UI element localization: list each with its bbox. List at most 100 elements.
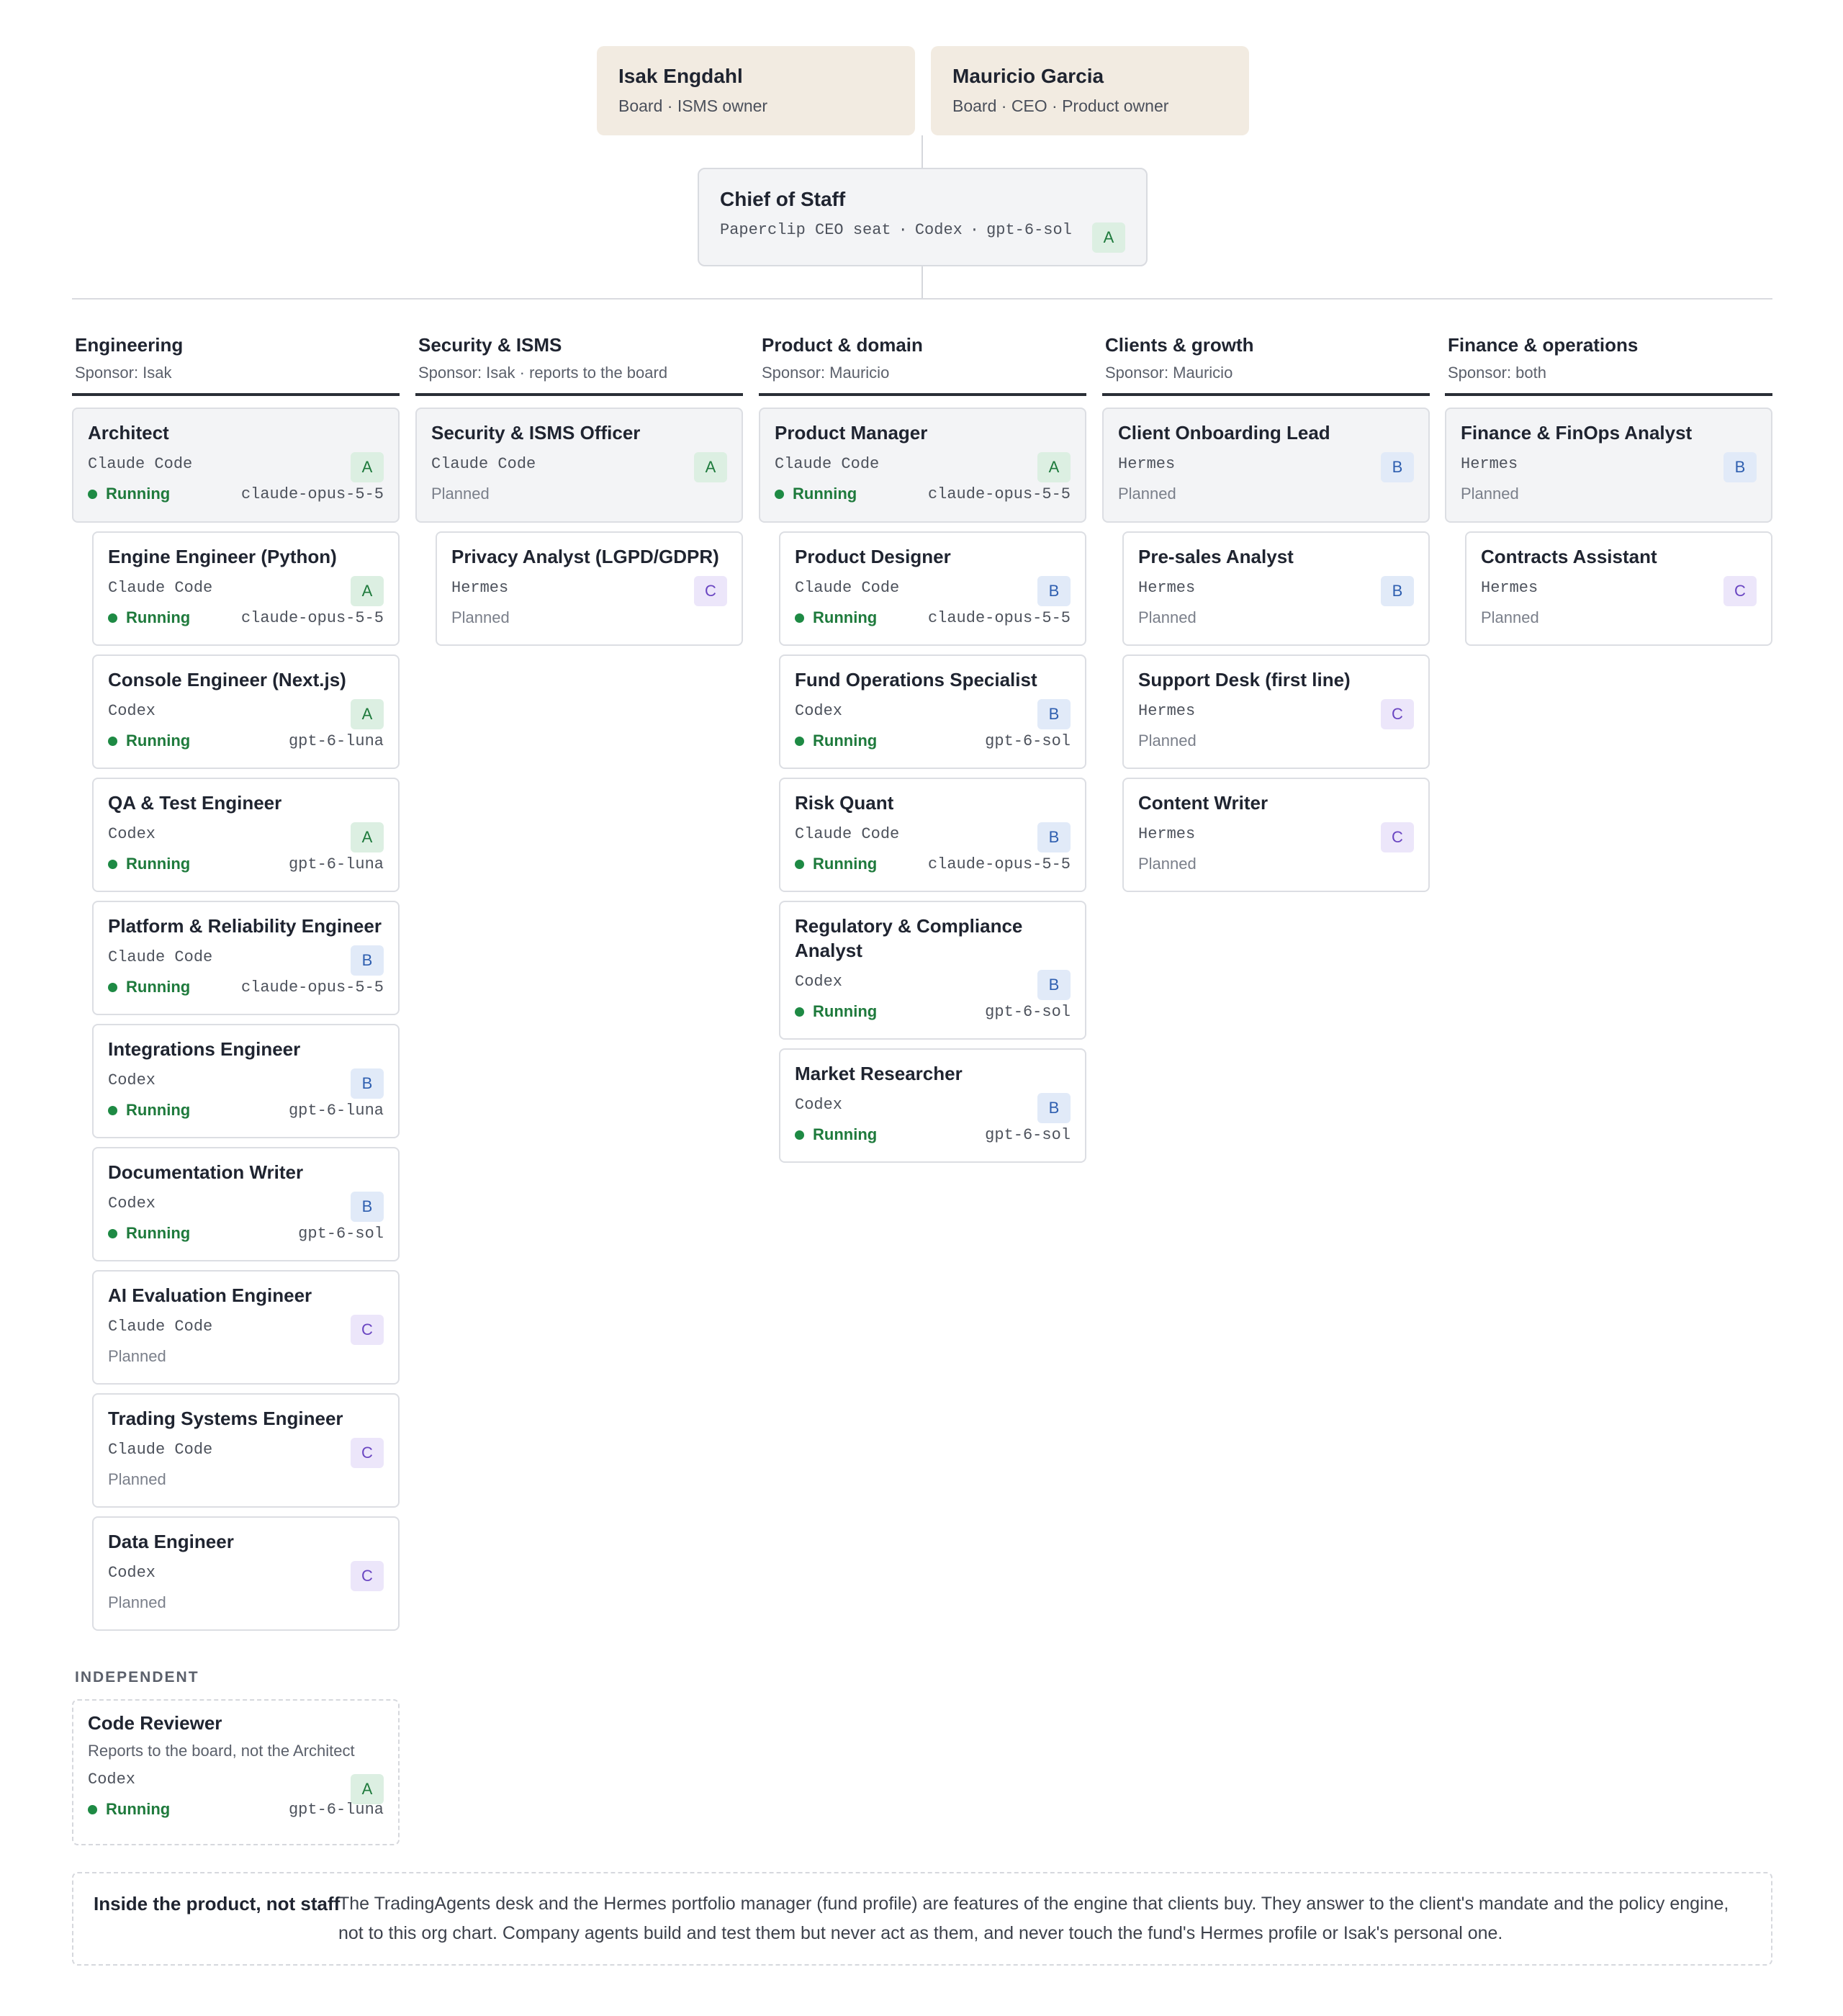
department-title: Security & ISMS: [418, 334, 562, 356]
connector-line: [922, 266, 923, 299]
independent-label: INDEPENDENT: [75, 1669, 199, 1686]
status-label: Running: [126, 1224, 191, 1242]
separator: ·: [898, 221, 908, 239]
lead-agent-card: Security & ISMS Officer Claude Code A Plann…: [415, 408, 743, 523]
tier-badge: C: [694, 576, 727, 606]
status-indicator: Running: [795, 608, 877, 627]
department-header: Product & domain Sponsor: Mauricio: [759, 334, 1086, 396]
model-label: gpt-6-luna: [288, 732, 384, 750]
status-label: Planned: [451, 608, 510, 626]
agent-note: Reports to the board, not the Architect: [88, 1742, 355, 1760]
note-body: The TradingAgents desk and the Hermes po…: [338, 1894, 1729, 1943]
agent-title: Platform & Reliability Engineer: [108, 915, 382, 937]
tier-badge: B: [1037, 822, 1071, 852]
department-sponsor: Sponsor: Isak · reports to the board: [418, 364, 668, 382]
agent-engine: Claude Code: [431, 455, 536, 473]
model-label: gpt-6-sol: [985, 732, 1071, 750]
agent-title: AI Evaluation Engineer: [108, 1284, 312, 1306]
status-label: Running: [126, 1101, 191, 1119]
department-header: Finance & operations Sponsor: both: [1445, 334, 1772, 396]
department-header: Engineering Sponsor: Isak: [72, 334, 400, 396]
status-label: Running: [813, 608, 878, 626]
agent-status-row: Running claude-opus-5-5: [88, 485, 384, 503]
status-indicator: Running: [795, 732, 877, 750]
status-label: Running: [126, 978, 191, 996]
chief-of-staff-meta: Paperclip CEO seat · Codex · gpt-6-sol: [720, 221, 1125, 239]
status-dot-icon: [108, 1105, 117, 1115]
agent-card: Risk Quant Claude Code B Running claude-opus…: [779, 778, 1086, 892]
agent-engine: Claude Code: [108, 579, 213, 597]
status-label: Planned: [108, 1470, 166, 1488]
status-label: Running: [126, 855, 191, 873]
status-indicator: Running: [775, 485, 857, 503]
status-label: Running: [126, 608, 191, 626]
department-sponsor: Sponsor: both: [1448, 364, 1546, 382]
tier-badge: C: [351, 1315, 384, 1345]
status-label: Planned: [1461, 485, 1519, 503]
tier-badge: A: [351, 699, 384, 729]
department-sponsor: Sponsor: Isak: [75, 364, 172, 382]
status-indicator: Running: [795, 1002, 877, 1021]
engine-label: Codex: [914, 221, 963, 239]
status-label: Running: [813, 1002, 878, 1020]
agent-status-row: Running claude-opus-5-5: [108, 608, 384, 627]
agent-title: Content Writer: [1138, 792, 1269, 814]
agent-card: AI Evaluation Engineer Claude Code C Planne…: [92, 1270, 400, 1385]
agent-card: Data Engineer Codex C Planned: [92, 1516, 400, 1631]
status-indicator: Running: [795, 1125, 877, 1144]
status-dot-icon: [775, 489, 784, 499]
tier-badge: A: [1037, 452, 1071, 482]
agent-engine: Claude Code: [795, 579, 900, 597]
agent-card: Market Researcher Codex B Running gpt-6-sol: [779, 1048, 1086, 1163]
tier-badge: C: [1381, 699, 1414, 729]
agent-title: Code Reviewer: [88, 1712, 222, 1734]
agent-status-row: Planned: [451, 608, 727, 627]
tier-badge: A: [351, 1774, 384, 1804]
agent-engine: Codex: [108, 825, 156, 843]
department-title: Engineering: [75, 334, 184, 356]
agent-title: Product Manager: [775, 422, 928, 444]
agent-engine: Codex: [108, 1071, 156, 1089]
agent-status-row: Running claude-opus-5-5: [795, 608, 1071, 627]
agent-engine: Claude Code: [108, 1318, 213, 1336]
status-indicator: Running: [108, 732, 190, 750]
model-label: gpt-6-sol: [298, 1224, 384, 1243]
connector-line: [922, 135, 923, 168]
status-label: Planned: [1138, 855, 1197, 873]
status-indicator: Running: [795, 855, 877, 873]
agent-status-row: Running gpt-6-luna: [88, 1800, 384, 1819]
board-member-role: Board · ISMS owner: [618, 96, 768, 115]
tier-badge: A: [351, 576, 384, 606]
status-label: Running: [793, 485, 857, 503]
tier-badge: A: [351, 452, 384, 482]
tier-badge: B: [1037, 576, 1071, 606]
department-title: Clients & growth: [1105, 334, 1254, 356]
model-label: gpt-6-sol: [986, 221, 1072, 239]
agent-engine: Hermes: [1461, 455, 1518, 473]
lead-agent-card: Finance & FinOps Analyst Hermes B Planned: [1445, 408, 1772, 523]
status-dot-icon: [795, 859, 804, 869]
agent-engine: Claude Code: [775, 455, 880, 473]
agent-engine: Hermes: [1118, 455, 1176, 473]
agent-status-row: Planned: [1138, 608, 1414, 627]
agent-title: Integrations Engineer: [108, 1038, 301, 1060]
status-label: Planned: [1138, 608, 1197, 626]
agent-card: Fund Operations Specialist Codex B Running g…: [779, 654, 1086, 769]
tier-badge: A: [351, 822, 384, 852]
agent-title: Support Desk (first line): [1138, 669, 1351, 690]
agent-card: Engine Engineer (Python) Claude Code A Runn…: [92, 531, 400, 646]
lead-agent-card: Product Manager Claude Code A Running claude…: [759, 408, 1086, 523]
model-label: claude-opus-5-5: [927, 608, 1071, 627]
agent-title: Risk Quant: [795, 792, 894, 814]
agent-title: Privacy Analyst (LGPD/GDPR): [451, 546, 719, 567]
agent-card: Support Desk (first line) Hermes C Planned: [1122, 654, 1430, 769]
agent-status-row: Planned: [108, 1470, 384, 1489]
agent-engine: Hermes: [1138, 825, 1196, 843]
agent-engine: Codex: [108, 702, 156, 720]
agent-title: Trading Systems Engineer: [108, 1408, 343, 1429]
board-member-role: Board · CEO · Product owner: [952, 96, 1169, 115]
status-label: Planned: [108, 1593, 166, 1611]
agent-status-row: Planned: [1138, 855, 1414, 873]
status-dot-icon: [795, 1130, 804, 1140]
agent-card: Content Writer Hermes C Planned: [1122, 778, 1430, 892]
